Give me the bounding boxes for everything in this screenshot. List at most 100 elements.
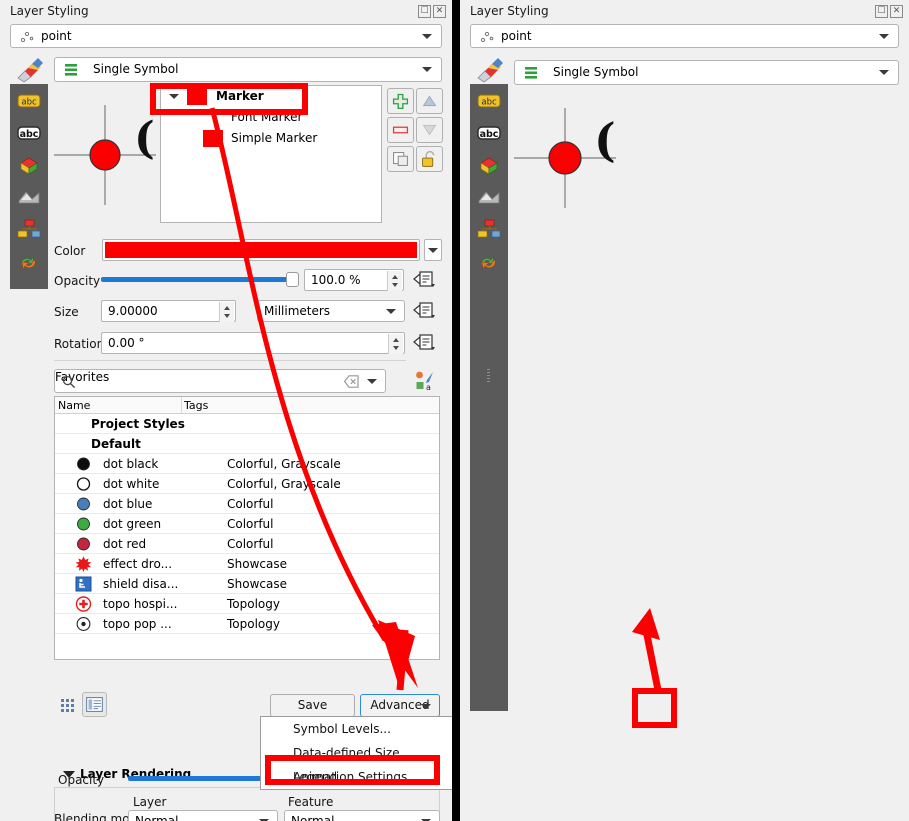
- layer-selector-combo-left[interactable]: point: [10, 24, 442, 48]
- left-sidebar: abc abc: [10, 84, 48, 289]
- tree-row[interactable]: Font Marker: [161, 107, 381, 128]
- dot-blue-icon: [77, 497, 90, 511]
- cube-icon[interactable]: [475, 153, 503, 177]
- masks-icon[interactable]: abc: [475, 121, 503, 145]
- diagram-icon[interactable]: [475, 185, 503, 209]
- cube-icon[interactable]: [15, 153, 43, 177]
- renderer-combo-right[interactable]: Single Symbol: [514, 60, 899, 85]
- menu-item-data-defined-size-legend[interactable]: Data-defined Size Legend...: [261, 741, 452, 784]
- labels-icon[interactable]: abc: [15, 89, 43, 113]
- style-item-tags: Showcase: [227, 577, 287, 591]
- style-item-name: dot blue: [103, 497, 153, 511]
- undo-redo-icon[interactable]: [15, 249, 43, 273]
- tree-row-label: Simple Marker: [231, 131, 318, 145]
- style-list-item[interactable]: topo pop ... Topology: [55, 614, 439, 634]
- opacity-slider[interactable]: [101, 277, 298, 282]
- down-triangle-icon: [422, 124, 437, 136]
- style-list-item[interactable]: shield disa... Showcase: [55, 574, 439, 594]
- opacity-stepper[interactable]: [387, 271, 402, 291]
- data-defined-override-icon[interactable]: [412, 269, 438, 289]
- style-item-name: dot red: [103, 537, 147, 551]
- chevron-down-icon: [386, 309, 396, 314]
- style-list-item[interactable]: topo hospi... Topology: [55, 594, 439, 614]
- rotation-field[interactable]: 0.00 °: [101, 332, 405, 354]
- close-icon[interactable]: ✕: [890, 5, 903, 18]
- advanced-button[interactable]: Advanced: [360, 694, 440, 717]
- chevron-down-icon: [421, 704, 431, 709]
- renderer-combo-left[interactable]: Single Symbol: [54, 57, 442, 82]
- size-label: Size: [54, 305, 79, 319]
- lock-layer-button[interactable]: [416, 146, 443, 172]
- advanced-dropdown-menu[interactable]: Symbol Levels... Data-defined Size Legen…: [260, 716, 452, 790]
- style-list-item[interactable]: effect dro... Showcase: [55, 554, 439, 574]
- style-group-row[interactable]: Project Styles: [55, 414, 439, 434]
- labels-icon[interactable]: abc: [475, 89, 503, 113]
- history-icon[interactable]: [475, 217, 503, 241]
- style-list-item[interactable]: dot red Colorful: [55, 534, 439, 554]
- style-list-item[interactable]: dot blue Colorful: [55, 494, 439, 514]
- masks-icon[interactable]: abc: [15, 121, 43, 145]
- blending-feature-combo[interactable]: Normal: [284, 810, 440, 821]
- grid-view-button[interactable]: [57, 694, 80, 716]
- tree-row-label: Font Marker: [231, 110, 303, 124]
- symbol-layer-tree-left[interactable]: Marker Font Marker Simple Marker: [160, 85, 382, 223]
- style-manager-icon[interactable]: a: [414, 370, 436, 391]
- rotation-value: 0.00 °: [108, 336, 145, 350]
- style-list-item[interactable]: dot green Colorful: [55, 514, 439, 534]
- list-view-button[interactable]: [82, 692, 107, 717]
- search-input[interactable]: Favorites: [54, 369, 386, 393]
- close-icon[interactable]: ✕: [433, 5, 446, 18]
- style-item-name: topo pop ...: [103, 617, 172, 631]
- dot-red-icon: [77, 537, 90, 551]
- diagram-icon[interactable]: [15, 185, 43, 209]
- data-defined-override-icon[interactable]: [412, 332, 438, 352]
- undock-icon[interactable]: ☐: [418, 5, 431, 18]
- blending-feature-label: Feature: [288, 795, 334, 809]
- unlocked-padlock-icon: [422, 150, 435, 167]
- point-layer-icon: [20, 31, 34, 43]
- duplicate-symbol-layer-button[interactable]: [387, 146, 414, 172]
- blending-layer-combo[interactable]: Normal: [128, 810, 278, 821]
- symbol-style-list[interactable]: Name Tags Project Styles Default dot black…: [54, 396, 440, 660]
- right-sidebar: abc abc: [470, 84, 508, 711]
- minus-icon: [392, 126, 409, 134]
- tree-row[interactable]: Marker: [161, 86, 381, 107]
- add-symbol-layer-button[interactable]: [387, 88, 414, 114]
- size-field[interactable]: 9.00000: [101, 300, 236, 322]
- style-item-name: topo hospi...: [103, 597, 178, 611]
- style-list-item[interactable]: dot black Colorful, Grayscale: [55, 454, 439, 474]
- opacity-value-field[interactable]: 100.0 %: [304, 269, 404, 291]
- size-unit-combo[interactable]: Millimeters: [257, 300, 405, 322]
- up-triangle-icon: [422, 95, 437, 107]
- style-list-item[interactable]: dot white Colorful, Grayscale: [55, 474, 439, 494]
- search-placeholder: Favorites: [55, 370, 110, 384]
- style-group-row[interactable]: Default: [55, 434, 439, 454]
- symbol-swatch: [187, 88, 207, 105]
- move-up-button[interactable]: [416, 88, 443, 114]
- chevron-down-icon[interactable]: [367, 379, 377, 384]
- data-defined-override-icon[interactable]: [412, 300, 438, 320]
- rotation-stepper[interactable]: [388, 334, 403, 354]
- chevron-down-icon: [422, 34, 432, 39]
- undo-redo-icon[interactable]: [475, 249, 503, 273]
- move-down-button[interactable]: [416, 117, 443, 143]
- undock-icon[interactable]: ☐: [875, 5, 888, 18]
- history-icon[interactable]: [15, 217, 43, 241]
- remove-symbol-layer-button[interactable]: [387, 117, 414, 143]
- chevron-down-icon[interactable]: [169, 94, 179, 99]
- opacity-slider-handle[interactable]: [286, 272, 299, 287]
- color-button[interactable]: [102, 239, 420, 261]
- menu-item-symbol-levels[interactable]: Symbol Levels...: [261, 717, 452, 741]
- screenshot-root: Layer Styling ☐ ✕ point abc abc Single S…: [0, 0, 909, 821]
- sidebar-grip[interactable]: [487, 369, 490, 383]
- renderer-value-left: Single Symbol: [93, 62, 179, 76]
- point-layer-icon: [480, 31, 494, 43]
- size-stepper[interactable]: [219, 302, 234, 322]
- tree-row[interactable]: Simple Marker: [161, 128, 381, 149]
- menu-item-animation-settings[interactable]: Animation Settings...: [261, 765, 452, 789]
- clear-icon[interactable]: [344, 375, 359, 388]
- save-symbol-button[interactable]: Save Symbol...: [270, 694, 355, 733]
- color-dropdown-button[interactable]: [424, 239, 442, 261]
- layer-selector-combo-right[interactable]: point: [470, 24, 899, 48]
- style-item-name: dot black: [103, 457, 159, 471]
